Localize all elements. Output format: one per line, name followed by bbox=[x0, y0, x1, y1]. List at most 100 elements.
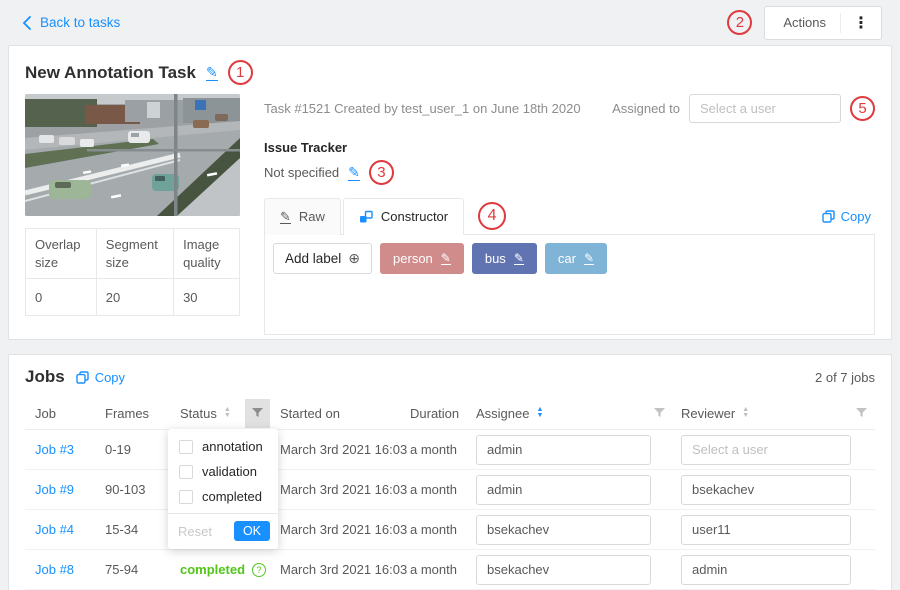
param-header-overlap: Overlap size bbox=[26, 229, 97, 279]
jobs-table-header: Job Frames Status ▲▼ Started on Duration… bbox=[25, 397, 875, 430]
edit-label-icon[interactable]: ✎ bbox=[514, 252, 524, 265]
constructor-blocks-icon bbox=[359, 210, 373, 224]
raw-pencil-icon: ✎ bbox=[280, 210, 291, 224]
label-tag-bus[interactable]: bus ✎ bbox=[472, 243, 537, 274]
kebab-menu-icon[interactable]: ⋮ bbox=[840, 13, 881, 33]
edit-title-icon[interactable]: ✎ bbox=[206, 65, 218, 81]
assignee-input[interactable] bbox=[476, 515, 651, 545]
question-circle-icon[interactable]: ? bbox=[252, 563, 266, 577]
topbar-right: 2 Actions ⋮ bbox=[727, 6, 882, 40]
assignee-header-label: Assignee bbox=[476, 406, 529, 421]
jobs-table: Job Frames Status ▲▼ Started on Duration… bbox=[25, 397, 875, 590]
task-right-column: Task #1521 Created by test_user_1 on Jun… bbox=[264, 94, 875, 335]
actions-button[interactable]: Actions ⋮ bbox=[764, 6, 882, 40]
param-value-overlap: 0 bbox=[26, 279, 97, 316]
task-details-panel: New Annotation Task ✎ 1 bbox=[8, 45, 892, 340]
issue-tracker-value: Not specified bbox=[264, 165, 339, 180]
task-params-table: Overlap size Segment size Image quality … bbox=[25, 228, 240, 316]
job-link[interactable]: Job #8 bbox=[35, 562, 74, 577]
column-header-started: Started on bbox=[280, 406, 410, 421]
job-frames: 75-94 bbox=[105, 562, 180, 577]
column-header-job: Job bbox=[25, 406, 105, 421]
tab-constructor[interactable]: Constructor bbox=[343, 198, 464, 235]
job-row-3: Job #3 0-19 March 3rd 2021 16:03 a month bbox=[25, 430, 875, 470]
top-bar: Back to tasks 2 Actions ⋮ bbox=[0, 0, 900, 45]
label-tag-car[interactable]: car ✎ bbox=[545, 243, 607, 274]
edit-label-icon[interactable]: ✎ bbox=[584, 252, 594, 265]
label-constructor-area: Add label ⊕ person ✎ bus ✎ car ✎ bbox=[264, 235, 875, 335]
status-sorter-icon[interactable]: ▲▼ bbox=[224, 407, 231, 420]
filter-ok-button[interactable]: OK bbox=[234, 521, 270, 541]
column-header-status[interactable]: Status ▲▼ bbox=[180, 399, 280, 428]
add-label-text: Add label bbox=[285, 251, 341, 266]
funnel-icon bbox=[856, 408, 867, 418]
tab-raw[interactable]: ✎ Raw bbox=[264, 198, 341, 235]
reviewer-filter-button[interactable] bbox=[856, 408, 867, 418]
checkbox-completed[interactable] bbox=[179, 490, 193, 504]
param-value-segment: 20 bbox=[96, 279, 173, 316]
job-started: March 3rd 2021 16:03 bbox=[280, 442, 410, 457]
funnel-icon bbox=[252, 408, 263, 418]
copy-icon bbox=[822, 210, 835, 223]
column-header-reviewer[interactable]: Reviewer ▲▼ bbox=[681, 406, 875, 421]
assignee-input[interactable] bbox=[476, 435, 651, 465]
add-label-button[interactable]: Add label ⊕ bbox=[273, 243, 372, 274]
copy-icon bbox=[76, 371, 89, 384]
reviewer-sorter-icon[interactable]: ▲▼ bbox=[742, 407, 749, 420]
filter-option-annotation[interactable]: annotation bbox=[168, 434, 278, 459]
back-chevron-icon bbox=[22, 16, 31, 30]
assigned-to-input[interactable] bbox=[689, 94, 841, 123]
reviewer-input[interactable] bbox=[681, 475, 851, 505]
filter-option-validation[interactable]: validation bbox=[168, 459, 278, 484]
task-title: New Annotation Task bbox=[25, 63, 196, 83]
param-header-quality: Image quality bbox=[174, 229, 240, 279]
edit-label-icon[interactable]: ✎ bbox=[441, 252, 451, 265]
job-started: March 3rd 2021 16:03 bbox=[280, 482, 410, 497]
issue-tracker-label: Issue Tracker bbox=[264, 140, 875, 155]
job-link[interactable]: Job #9 bbox=[35, 482, 74, 497]
checkbox-validation[interactable] bbox=[179, 465, 193, 479]
status-header-label: Status bbox=[180, 406, 217, 421]
job-duration: a month bbox=[410, 562, 476, 577]
assigned-to-label: Assigned to bbox=[612, 101, 680, 116]
copy-labels-link[interactable]: Copy bbox=[822, 209, 875, 224]
filter-option-completed[interactable]: completed bbox=[168, 484, 278, 509]
status-filter-dropdown: annotation validation completed Reset OK bbox=[168, 429, 278, 549]
task-preview-image bbox=[25, 94, 240, 216]
assignee-input[interactable] bbox=[476, 555, 651, 585]
reviewer-input[interactable] bbox=[681, 515, 851, 545]
back-to-tasks-link[interactable]: Back to tasks bbox=[22, 15, 120, 30]
param-header-segment: Segment size bbox=[96, 229, 173, 279]
job-link[interactable]: Job #4 bbox=[35, 522, 74, 537]
copy-jobs-link[interactable]: Copy bbox=[76, 370, 129, 385]
jobs-count: 2 of 7 jobs bbox=[815, 370, 875, 385]
job-row-8: Job #8 75-94 completed ? March 3rd 2021 … bbox=[25, 550, 875, 590]
job-duration: a month bbox=[410, 442, 476, 457]
job-started: March 3rd 2021 16:03 bbox=[280, 522, 410, 537]
label-tag-bus-text: bus bbox=[485, 251, 506, 266]
status-filter-button[interactable] bbox=[245, 399, 270, 428]
job-duration: a month bbox=[410, 522, 476, 537]
job-duration: a month bbox=[410, 482, 476, 497]
filter-reset-button[interactable]: Reset bbox=[178, 524, 212, 539]
edit-issue-tracker-icon[interactable]: ✎ bbox=[348, 165, 360, 181]
checkbox-annotation[interactable] bbox=[179, 440, 193, 454]
funnel-icon bbox=[654, 408, 665, 418]
assignee-filter-button[interactable] bbox=[654, 408, 665, 418]
label-tag-person[interactable]: person ✎ bbox=[380, 243, 464, 274]
job-row-9: Job #9 90-103 March 3rd 2021 16:03 a mon… bbox=[25, 470, 875, 510]
job-link[interactable]: Job #3 bbox=[35, 442, 74, 457]
column-header-assignee[interactable]: Assignee ▲▼ bbox=[476, 406, 681, 421]
status-completed-text: completed bbox=[180, 562, 245, 577]
jobs-title: Jobs bbox=[25, 367, 65, 387]
assignee-sorter-icon[interactable]: ▲▼ bbox=[536, 407, 543, 420]
assignee-input[interactable] bbox=[476, 475, 651, 505]
param-value-quality: 30 bbox=[174, 279, 240, 316]
filter-option-completed-label: completed bbox=[202, 489, 262, 504]
copy-labels-label: Copy bbox=[841, 209, 871, 224]
plus-circle-icon: ⊕ bbox=[348, 250, 360, 267]
reviewer-input[interactable] bbox=[681, 555, 851, 585]
label-tag-person-text: person bbox=[393, 251, 433, 266]
reviewer-input[interactable] bbox=[681, 435, 851, 465]
task-title-row: New Annotation Task ✎ 1 bbox=[25, 60, 875, 85]
